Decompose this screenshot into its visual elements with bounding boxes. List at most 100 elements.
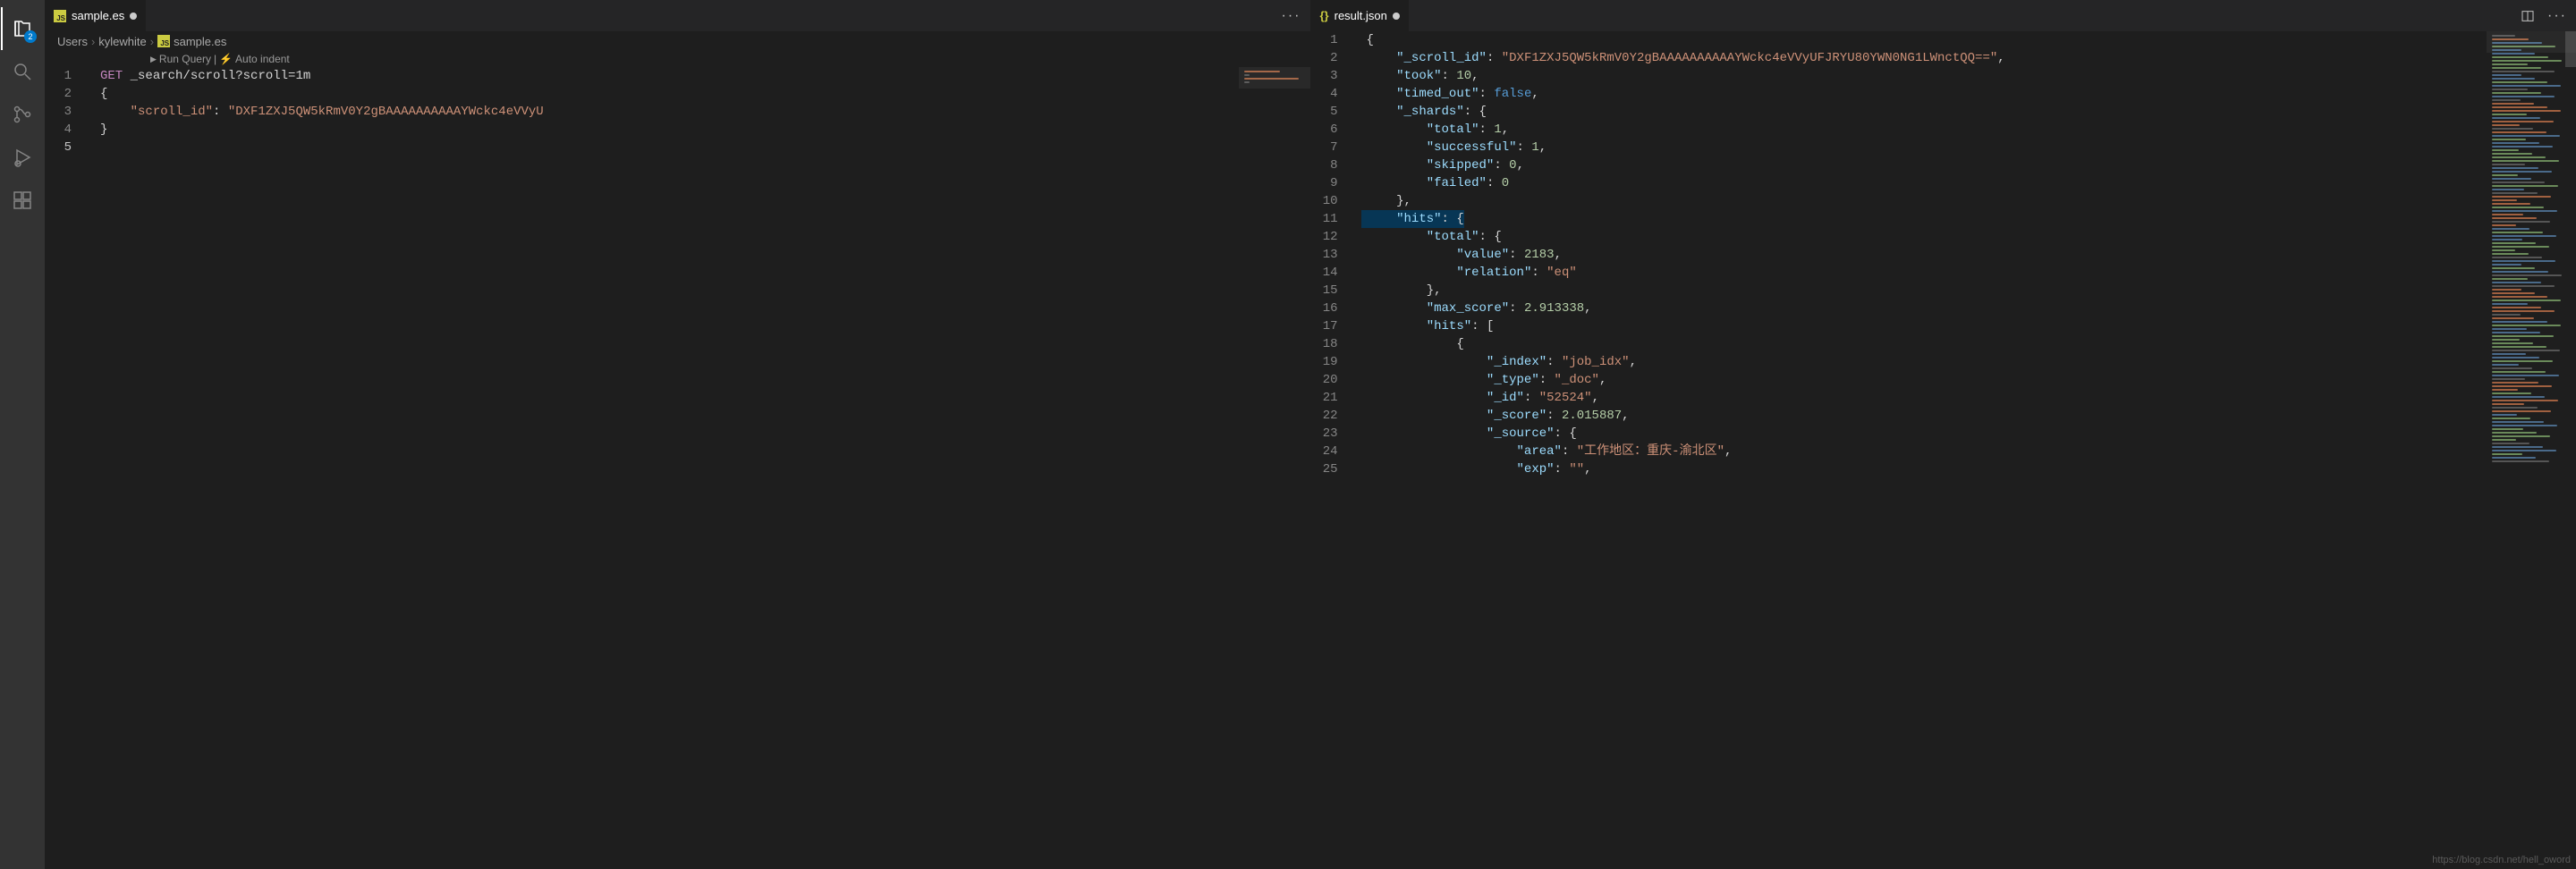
line-number: 5 bbox=[1311, 103, 1338, 121]
tab-filename: result.json bbox=[1335, 9, 1387, 22]
code-line[interactable]: "_score": 2.015887, bbox=[1361, 407, 2576, 425]
run-query-lens[interactable]: Run Query bbox=[159, 53, 211, 65]
line-number: 7 bbox=[1311, 139, 1338, 156]
breadcrumbs[interactable]: Users › kylewhite › JS sample.es bbox=[45, 31, 1310, 51]
line-number: 17 bbox=[1311, 317, 1338, 335]
code-line[interactable]: { bbox=[95, 85, 1310, 103]
code-line[interactable]: "scroll_id": "DXF1ZXJ5QW5kRmV0Y2gBAAAAAA… bbox=[95, 103, 1310, 121]
activity-explorer[interactable]: 2 bbox=[1, 7, 44, 50]
right-code[interactable]: { "_scroll_id": "DXF1ZXJ5QW5kRmV0Y2gBAAA… bbox=[1361, 31, 2576, 869]
code-line[interactable]: "exp": "", bbox=[1361, 460, 2576, 478]
code-line[interactable]: GET _search/scroll?scroll=1m bbox=[95, 67, 1310, 85]
code-line[interactable]: "_index": "job_idx", bbox=[1361, 353, 2576, 371]
code-line[interactable]: "_source": { bbox=[1361, 425, 2576, 443]
left-editor-body[interactable]: 12345 GET _search/scroll?scroll=1m{ "scr… bbox=[45, 67, 1310, 869]
code-lens-row: ▶ Run Query | ⚡Auto indent bbox=[45, 51, 1310, 67]
line-number: 12 bbox=[1311, 228, 1338, 246]
more-actions-icon[interactable]: ··· bbox=[1282, 9, 1301, 23]
activity-source-control[interactable] bbox=[1, 93, 44, 136]
code-line[interactable]: "successful": 1, bbox=[1361, 139, 2576, 156]
tab-filename: sample.es bbox=[72, 9, 124, 22]
line-number: 4 bbox=[1311, 85, 1338, 103]
right-editor-pane: {} result.json ··· 123456789101112131415… bbox=[1310, 0, 2576, 869]
line-number: 18 bbox=[1311, 335, 1338, 353]
line-number: 22 bbox=[1311, 407, 1338, 425]
json-file-icon: {} bbox=[1320, 9, 1329, 22]
code-line[interactable]: "value": 2183, bbox=[1361, 246, 2576, 264]
line-number: 4 bbox=[45, 121, 72, 139]
line-number: 15 bbox=[1311, 282, 1338, 300]
code-line[interactable]: "max_score": 2.913338, bbox=[1361, 300, 2576, 317]
chevron-right-icon: › bbox=[91, 35, 95, 48]
line-number: 24 bbox=[1311, 443, 1338, 460]
line-number: 2 bbox=[45, 85, 72, 103]
line-number: 23 bbox=[1311, 425, 1338, 443]
right-tab-actions: ··· bbox=[2521, 0, 2576, 31]
code-line[interactable]: }, bbox=[1361, 282, 2576, 300]
code-line[interactable]: "took": 10, bbox=[1361, 67, 2576, 85]
line-number: 10 bbox=[1311, 192, 1338, 210]
line-number: 1 bbox=[45, 67, 72, 85]
activity-run-debug[interactable] bbox=[1, 136, 44, 179]
breadcrumb-item[interactable]: Users bbox=[57, 35, 88, 48]
activity-bar: 2 bbox=[0, 0, 45, 869]
explorer-badge: 2 bbox=[24, 30, 37, 43]
line-number: 3 bbox=[45, 103, 72, 121]
line-number: 16 bbox=[1311, 300, 1338, 317]
watermark: https://blog.csdn.net/hell_oword bbox=[2432, 855, 2571, 865]
right-minimap[interactable] bbox=[2487, 31, 2576, 869]
line-number: 20 bbox=[1311, 371, 1338, 389]
code-line[interactable]: "_id": "52524", bbox=[1361, 389, 2576, 407]
code-line[interactable]: "_scroll_id": "DXF1ZXJ5QW5kRmV0Y2gBAAAAA… bbox=[1361, 49, 2576, 67]
line-number: 14 bbox=[1311, 264, 1338, 282]
code-line[interactable]: } bbox=[95, 121, 1310, 139]
left-minimap[interactable] bbox=[1239, 67, 1310, 869]
tab-sample-es[interactable]: JS sample.es bbox=[45, 0, 147, 31]
left-tab-actions: ··· bbox=[1282, 0, 1310, 31]
minimap-slider[interactable] bbox=[2565, 31, 2576, 67]
chevron-right-icon: › bbox=[150, 35, 154, 48]
line-number: 9 bbox=[1311, 174, 1338, 192]
line-number: 6 bbox=[1311, 121, 1338, 139]
right-editor-body[interactable]: 1234567891011121314151617181920212223242… bbox=[1311, 31, 2576, 869]
line-number: 25 bbox=[1311, 460, 1338, 478]
play-icon: ▶ bbox=[150, 55, 157, 64]
right-tab-bar: {} result.json ··· bbox=[1311, 0, 2576, 31]
split-editor-icon[interactable] bbox=[2521, 9, 2535, 23]
code-line[interactable]: "relation": "eq" bbox=[1361, 264, 2576, 282]
js-file-icon: JS bbox=[157, 35, 170, 47]
code-line[interactable]: }, bbox=[1361, 192, 2576, 210]
code-line[interactable]: "_type": "_doc", bbox=[1361, 371, 2576, 389]
code-line[interactable]: { bbox=[1361, 31, 2576, 49]
breadcrumb-item[interactable]: JS sample.es bbox=[157, 35, 226, 48]
activity-search[interactable] bbox=[1, 50, 44, 93]
auto-indent-lens[interactable]: Auto indent bbox=[235, 53, 290, 65]
line-number: 5 bbox=[45, 139, 72, 156]
code-line[interactable]: "hits": { bbox=[1361, 210, 1464, 228]
right-gutter: 1234567891011121314151617181920212223242… bbox=[1311, 31, 1361, 869]
code-line[interactable]: "total": { bbox=[1361, 228, 2576, 246]
tab-result-json[interactable]: {} result.json bbox=[1311, 0, 1410, 31]
code-line[interactable]: "skipped": 0, bbox=[1361, 156, 2576, 174]
code-line[interactable]: "hits": [ bbox=[1361, 317, 2576, 335]
line-number: 3 bbox=[1311, 67, 1338, 85]
more-actions-icon[interactable]: ··· bbox=[2547, 9, 2567, 23]
breadcrumb-item[interactable]: kylewhite bbox=[98, 35, 146, 48]
line-number: 21 bbox=[1311, 389, 1338, 407]
js-file-icon: JS bbox=[54, 10, 66, 22]
code-line[interactable]: "_shards": { bbox=[1361, 103, 2576, 121]
left-code[interactable]: GET _search/scroll?scroll=1m{ "scroll_id… bbox=[95, 67, 1310, 869]
code-line[interactable] bbox=[95, 139, 1310, 156]
code-line[interactable]: "timed_out": false, bbox=[1361, 85, 2576, 103]
activity-extensions[interactable] bbox=[1, 179, 44, 222]
code-line[interactable]: "area": "工作地区：重庆-渝北区", bbox=[1361, 443, 2576, 460]
code-line[interactable]: { bbox=[1361, 335, 2576, 353]
line-number: 11 bbox=[1311, 210, 1338, 228]
left-tab-bar: JS sample.es ··· bbox=[45, 0, 1310, 31]
line-number: 2 bbox=[1311, 49, 1338, 67]
code-line[interactable]: "total": 1, bbox=[1361, 121, 2576, 139]
line-number: 8 bbox=[1311, 156, 1338, 174]
code-line[interactable]: "failed": 0 bbox=[1361, 174, 2576, 192]
editor-split: JS sample.es ··· Users › kylewhite › JS … bbox=[45, 0, 2576, 869]
bolt-icon: ⚡ bbox=[219, 53, 233, 65]
